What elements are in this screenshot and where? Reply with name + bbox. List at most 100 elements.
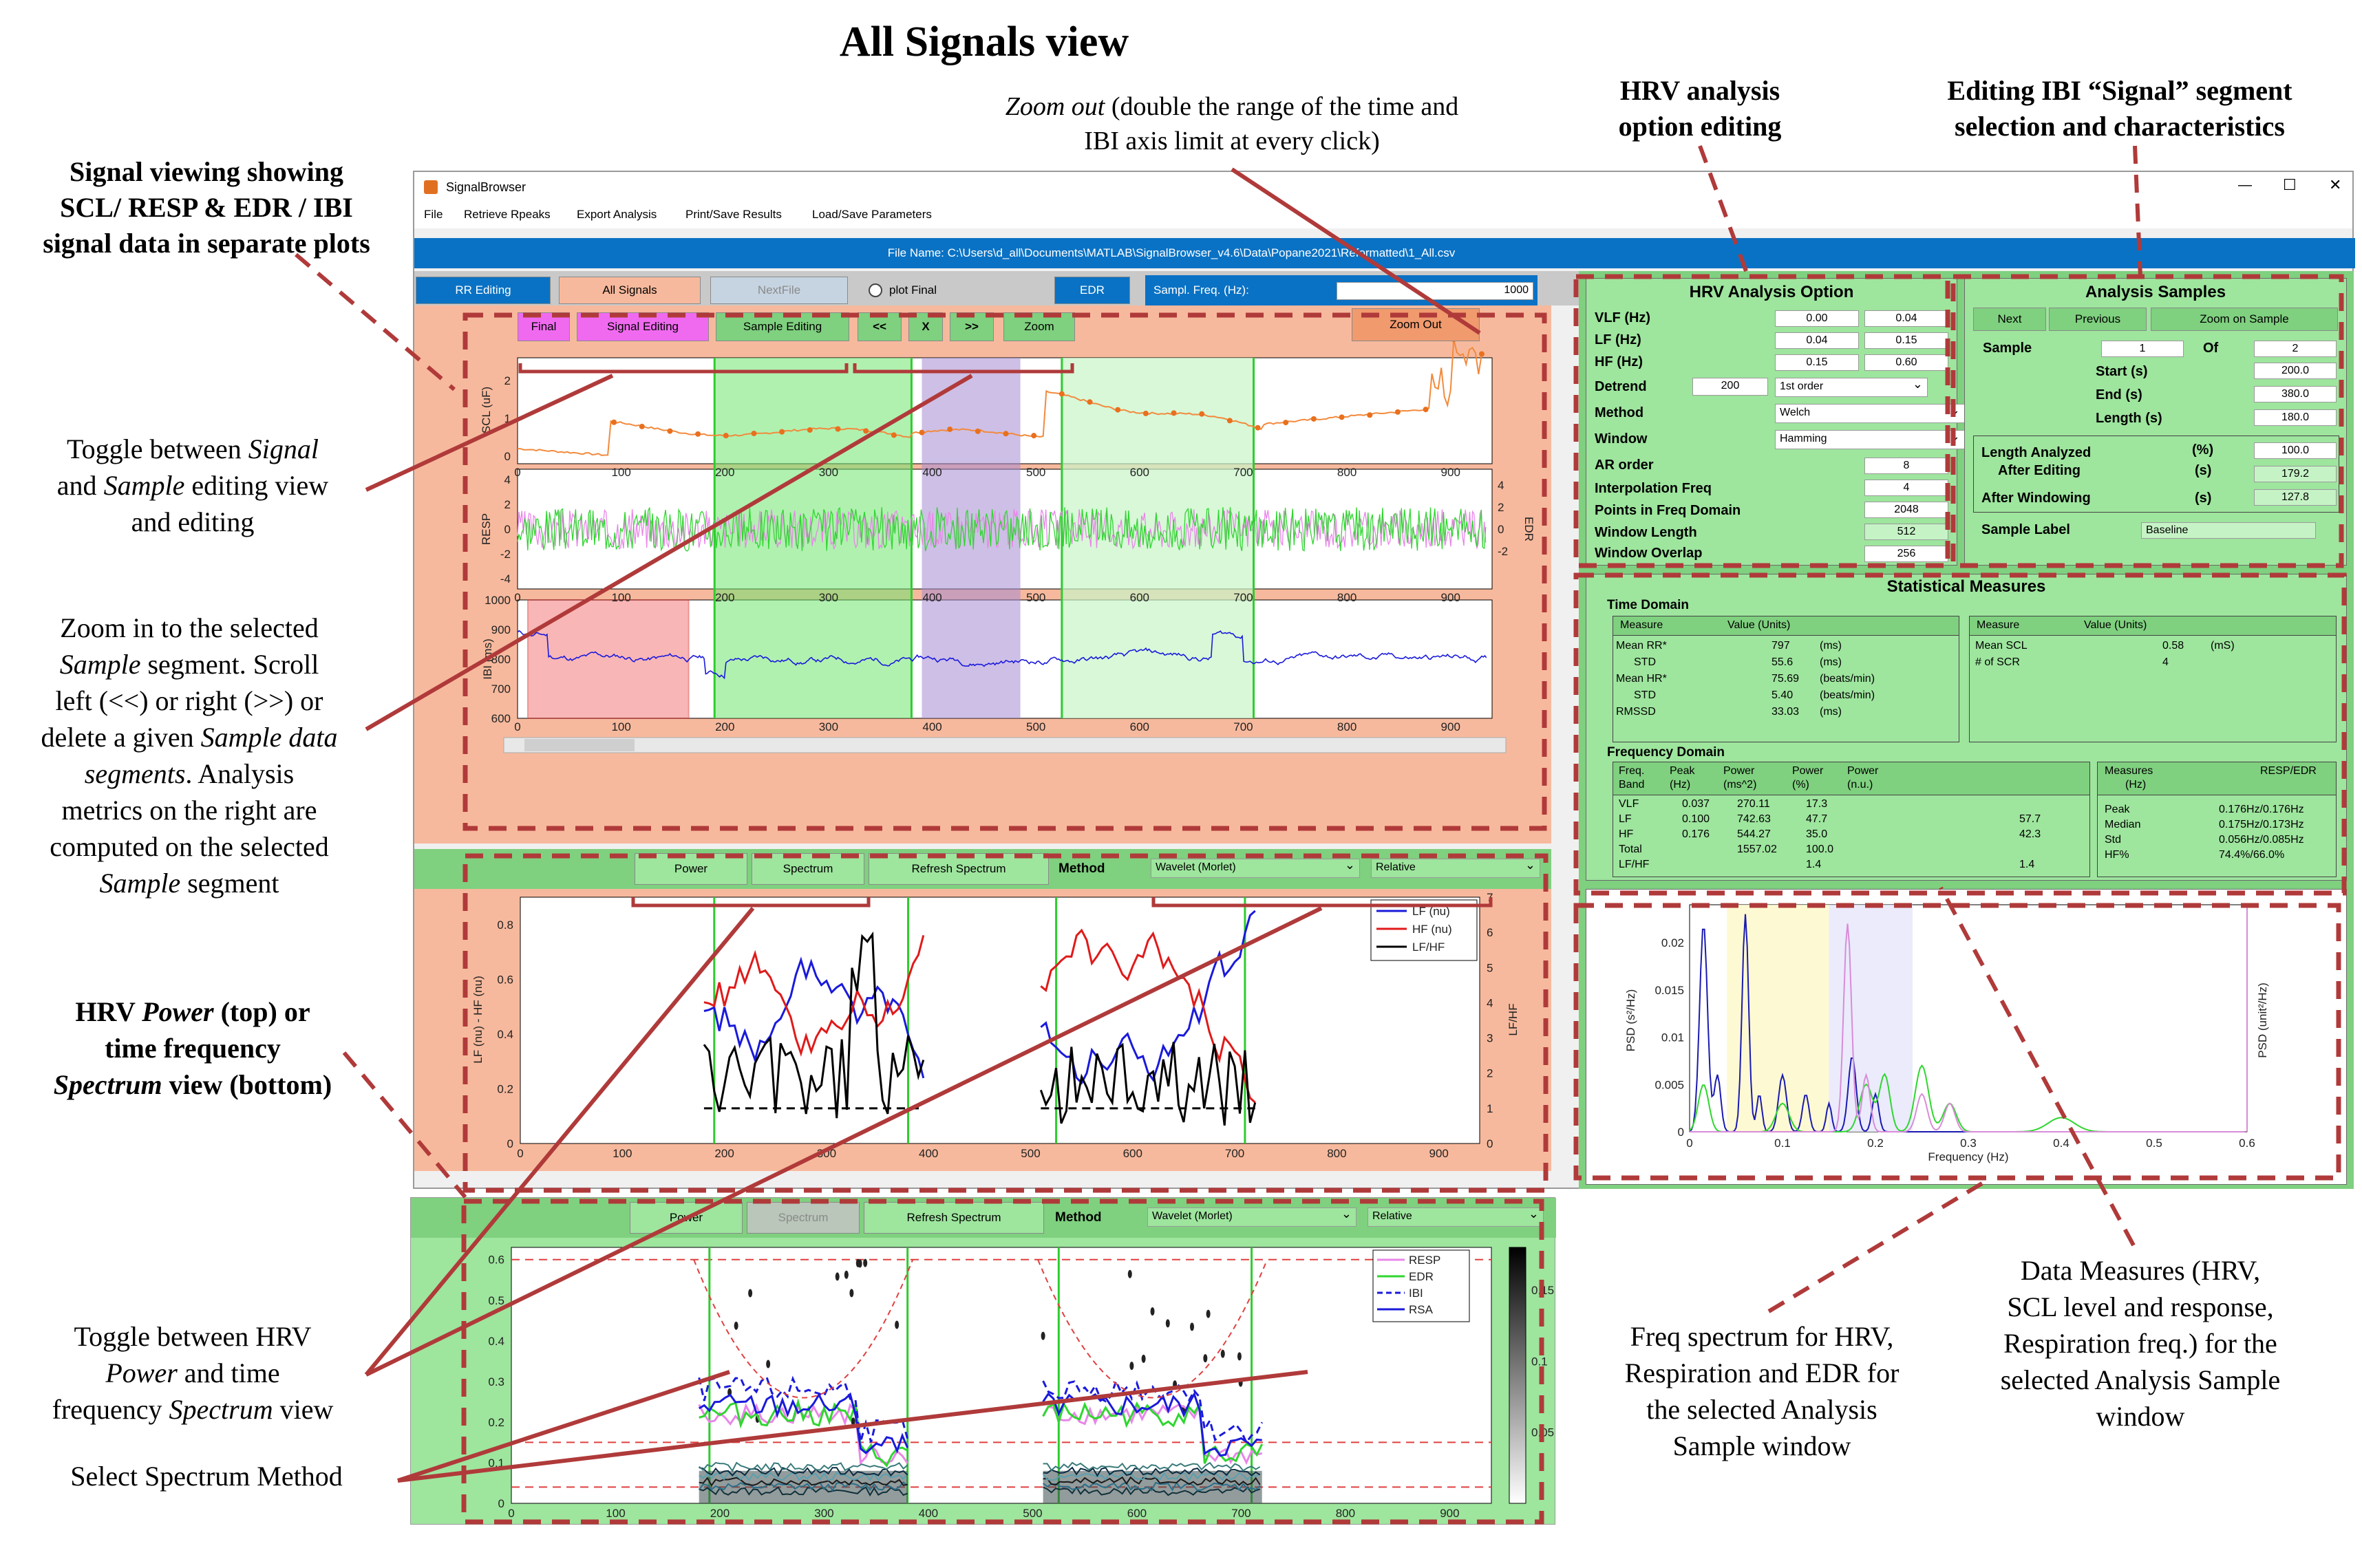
svg-text:0.15: 0.15 [1531,1284,1554,1297]
freq-cell: 0.176 [1682,828,1710,840]
menu-retrieve-rpeaks[interactable]: Retrieve Rpeaks [464,208,551,222]
psd-plot[interactable]: 0 0.1 0.2 0.3 0.4 0.5 0.6 0 0.005 0.01 0.015 0.02 Fr… [1586,890,2348,1185]
svg-text:0: 0 [1487,1137,1493,1150]
mode-select[interactable]: Relative [1371,857,1540,878]
freq-header: Power [1723,765,1755,777]
points-input[interactable]: 2048 [1864,502,1948,518]
sample-editing-button[interactable]: Sample Editing [716,312,849,341]
scl-measure-name: # of SCR [1975,656,2020,668]
file-name-bar: File Name: C:\Users\d_all\Documents\MATL… [414,238,2355,268]
lf-high-input[interactable]: 0.15 [1864,332,1948,349]
svg-text:900: 900 [1441,591,1460,604]
previous-sample-button[interactable]: Previous [2049,308,2147,331]
minimize-icon[interactable]: — [2238,178,2252,193]
svg-text:2: 2 [504,374,511,387]
scl-value-header: Value (Units) [2084,619,2147,631]
time-frequency-plot[interactable]: 0 100 200 300 400 500 600 700 800 900 0 0.1 0.2 0.3 0.… [411,1238,1556,1525]
svg-text:HF (nu): HF (nu) [1412,923,1452,936]
freq-cell: 100.0 [1806,844,1834,855]
ar-order-input[interactable]: 8 [1864,458,1948,474]
plot-final-radio[interactable] [869,283,882,297]
rr-editing-button[interactable]: RR Editing [416,277,551,304]
svg-text:500: 500 [1026,466,1045,479]
scroll-left-button[interactable]: << [858,312,902,341]
all-signals-button[interactable]: All Signals [559,277,701,304]
power-button-2[interactable]: Power [630,1202,743,1234]
final-button[interactable]: Final [518,312,570,341]
svg-text:0.2: 0.2 [1867,1137,1884,1150]
menu-print-save[interactable]: Print/Save Results [685,208,782,222]
svg-text:LF (nu) - HF (nu): LF (nu) - HF (nu) [471,976,485,1064]
detrend-order-select[interactable]: 1st order [1775,376,1928,397]
scl-measure-header: Measure [1977,619,2020,631]
zoom-out-button[interactable]: Zoom Out [1352,308,1480,341]
next-file-button[interactable]: NextFile [710,277,848,304]
sampl-freq-input[interactable]: 1000 [1337,282,1533,300]
sample-label: Sample [1983,341,2032,356]
delete-sample-button[interactable]: X [908,312,943,341]
power-button[interactable]: Power [635,853,747,885]
data-measures-annotation: Data Measures (HRV, SCL level and respons… [2000,1255,2281,1432]
of-label: Of [2203,341,2219,356]
menu-export-analysis[interactable]: Export Analysis [577,208,657,222]
edr-button[interactable]: EDR [1054,277,1130,304]
menu-bar: File Retrieve Rpeaks Export Analysis Pri… [414,201,2352,228]
hf-low-input[interactable]: 0.15 [1775,354,1859,371]
refresh-spectrum-button-2[interactable]: Refresh Spectrum [864,1202,1044,1234]
svg-text:800: 800 [1337,466,1356,479]
window-length-input[interactable]: 512 [1864,524,1948,540]
start-input[interactable]: 200.0 [2254,363,2337,379]
hf-high-input[interactable]: 0.60 [1864,354,1948,371]
sample-label-input[interactable]: Baseline [2141,522,2316,539]
signal-editing-button[interactable]: Signal Editing [577,312,709,341]
svg-text:0: 0 [514,720,520,733]
svg-text:IBI (ms): IBI (ms) [481,638,494,680]
resp-measure-name: Std [2105,834,2122,846]
window-select[interactable]: Hamming [1775,428,1965,449]
hrv-power-annotation: HRV Power (top) or time frequency Spectr… [53,996,332,1100]
window-overlap-input[interactable]: 256 [1864,546,1948,562]
freq-domain-label: Frequency Domain [1607,745,1725,760]
spectrum-button-2[interactable]: Spectrum [747,1202,860,1234]
length-analyzed-value: 100.0 [2254,442,2337,459]
interp-input[interactable]: 4 [1864,480,1948,496]
svg-text:700: 700 [1231,1507,1251,1520]
svg-text:100: 100 [613,1147,632,1160]
refresh-spectrum-button[interactable]: Refresh Spectrum [869,853,1049,885]
time-measure-name: Mean RR* [1616,640,1667,652]
method-select-2[interactable]: Wavelet (Morlet) [1147,1205,1356,1227]
method-select-hrv[interactable]: Welch [1775,402,1965,423]
power-plot[interactable]: 0 100 200 300 400 500 600 700 800 900 0 0.2 0.4 0.6 0.… [414,889,1551,1171]
svg-text:0: 0 [514,466,520,479]
app-icon [424,180,438,194]
svg-text:200: 200 [710,1507,730,1520]
length-input[interactable]: 180.0 [2254,409,2337,426]
zoom-button[interactable]: Zoom [1003,312,1075,341]
of-input[interactable]: 2 [2254,341,2337,357]
method-select[interactable]: Wavelet (Morlet) [1151,857,1360,878]
zoom-on-sample-button[interactable]: Zoom on Sample [2151,308,2338,331]
vlf-high-input[interactable]: 0.04 [1864,310,1948,327]
editing-ibi-annotation: Editing IBI “Signal” segment selection an… [1947,75,2292,142]
menu-file[interactable]: File [424,208,443,222]
next-sample-button[interactable]: Next [1973,308,2046,331]
spectrum-toolbar: Power Spectrum Refresh Spectrum Method W… [411,1198,1556,1238]
svg-text:2: 2 [1498,501,1504,514]
mode-select-2[interactable]: Relative [1368,1205,1544,1227]
maximize-icon[interactable]: ☐ [2283,176,2297,194]
svg-text:300: 300 [817,1147,836,1160]
svg-text:800: 800 [1336,1507,1355,1520]
svg-text:SCL (uF): SCL (uF) [480,387,493,433]
end-input[interactable]: 380.0 [2254,386,2337,402]
menu-load-save[interactable]: Load/Save Parameters [812,208,932,222]
close-icon[interactable]: ✕ [2329,176,2341,194]
svg-text:300: 300 [819,720,838,733]
lf-low-input[interactable]: 0.04 [1775,332,1859,349]
signal-plots[interactable]: 0001001001002002002003003003004004004005… [414,341,1551,844]
spectrum-button[interactable]: Spectrum [752,853,864,885]
vlf-low-input[interactable]: 0.00 [1775,310,1859,327]
detrend-input[interactable]: 200 [1692,378,1768,396]
svg-text:0.02: 0.02 [1661,936,1684,949]
sample-input[interactable]: 1 [2101,341,2184,357]
scroll-right-button[interactable]: >> [950,312,994,341]
